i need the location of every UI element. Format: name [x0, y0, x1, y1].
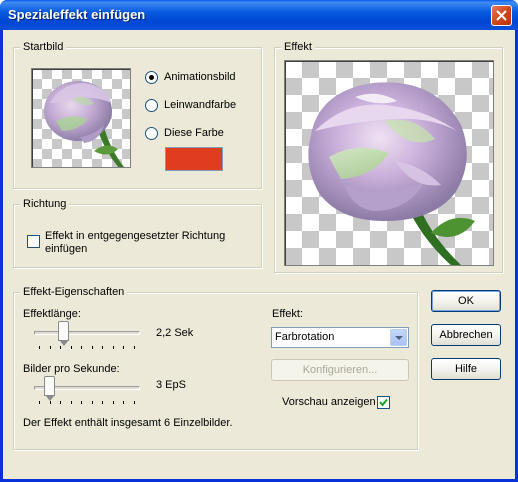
startbild-title: Startbild	[20, 40, 67, 54]
effekt-select-label: Effekt:	[272, 308, 303, 320]
radio-leinwandfarbe-indicator[interactable]	[145, 98, 158, 112]
window-title: Spezialeffekt einfügen	[8, 7, 146, 22]
chevron-down-icon[interactable]	[390, 329, 407, 346]
radio-leinwandfarbe[interactable]: Leinwandfarbe	[145, 98, 236, 112]
color-swatch[interactable]	[165, 147, 223, 171]
checkmark-icon	[379, 398, 388, 407]
bps-slider-thumb[interactable]	[43, 376, 55, 401]
effektlaenge-label: Effektlänge:	[23, 308, 81, 320]
effektlaenge-ticks	[39, 346, 135, 350]
radio-diese-farbe-label: Diese Farbe	[164, 127, 224, 139]
ok-button[interactable]: OK	[431, 290, 501, 312]
effektlaenge-slider-track[interactable]	[34, 331, 140, 335]
close-icon	[496, 10, 507, 21]
effektlaenge-value: 2,2 Sek	[156, 327, 194, 339]
effekt-preview-title: Effekt	[281, 40, 315, 54]
rose-effect-image	[308, 82, 475, 265]
richtung-label-line1: Effekt in entgegengesetzter Richtung	[45, 230, 226, 242]
effekt-select[interactable]: Farbrotation	[271, 327, 409, 348]
radio-animationsbild-label: Animationsbild	[164, 71, 236, 83]
dialog-window: Spezialeffekt einfügen Startbild Animati…	[0, 0, 518, 482]
radio-animationsbild-indicator[interactable]	[145, 70, 158, 84]
effekt-select-value: Farbrotation	[275, 331, 335, 343]
rose-thumbnail-image	[44, 81, 124, 167]
effekt-preview	[284, 60, 494, 266]
dialog-body: Startbild Animationsbild Leinwandfarbe D…	[3, 30, 515, 479]
richtung-label-line2: einfügen	[45, 243, 88, 255]
richtung-group: Richtung Effekt in entgegengesetzter Ric…	[13, 197, 262, 268]
summary-text: Der Effekt enthält insgesamt 6 Einzelbil…	[23, 417, 233, 429]
richtung-checkbox[interactable]	[27, 235, 40, 248]
bps-label: Bilder pro Sekunde:	[23, 363, 120, 375]
konfigurieren-button[interactable]: Konfigurieren...	[271, 359, 409, 381]
effekt-eigenschaften-group: Effekt-Eigenschaften Effektlänge: 2,2 Se…	[13, 285, 418, 450]
radio-diese-farbe-indicator[interactable]	[145, 126, 158, 140]
cancel-button[interactable]: Abbrechen	[431, 324, 501, 346]
effektlaenge-slider-thumb[interactable]	[57, 321, 69, 346]
radio-diese-farbe[interactable]: Diese Farbe	[145, 126, 224, 140]
eigenschaften-title: Effekt-Eigenschaften	[20, 285, 128, 299]
help-button[interactable]: Hilfe	[431, 358, 501, 380]
vorschau-label: Vorschau anzeigen	[282, 396, 376, 408]
radio-animationsbild[interactable]: Animationsbild	[145, 70, 236, 84]
richtung-title: Richtung	[20, 197, 70, 211]
startbild-preview	[31, 68, 131, 168]
radio-leinwandfarbe-label: Leinwandfarbe	[164, 99, 237, 111]
startbild-group: Startbild Animationsbild Leinwandfarbe D…	[13, 40, 262, 189]
effekt-preview-group: Effekt	[274, 40, 503, 273]
bps-ticks	[39, 401, 135, 405]
title-bar[interactable]: Spezialeffekt einfügen	[0, 0, 518, 30]
close-button[interactable]	[491, 5, 512, 26]
bps-value: 3 EpS	[156, 379, 186, 391]
vorschau-checkbox[interactable]	[377, 396, 390, 409]
